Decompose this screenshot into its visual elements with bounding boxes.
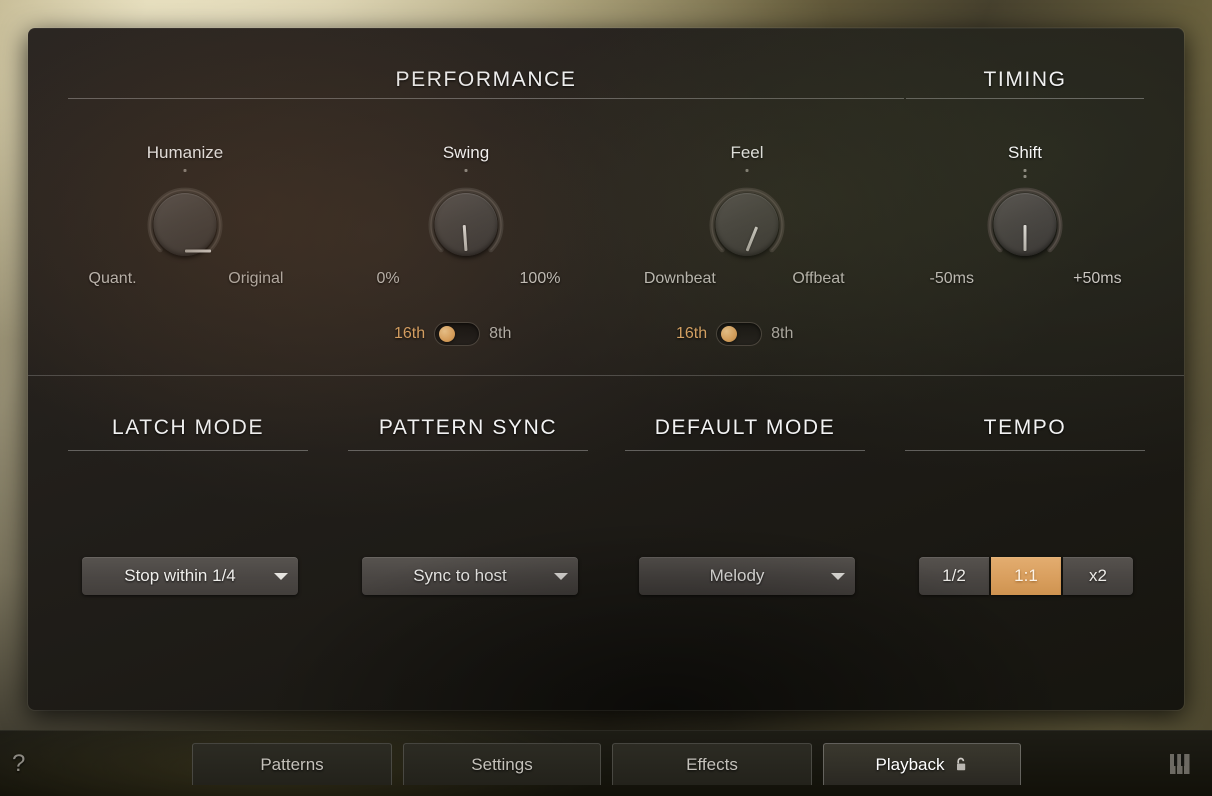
dropdown-default-mode[interactable]: Melody xyxy=(639,557,855,595)
tab-settings-label: Settings xyxy=(471,755,532,775)
main-panel: PERFORMANCE TIMING Humanize Quant. Origi… xyxy=(28,28,1184,710)
knob-humanize-min-label: Quant. xyxy=(89,270,137,288)
knob-shift-body[interactable] xyxy=(994,193,1057,256)
toggle-feel-right-label[interactable]: 8th xyxy=(771,325,793,343)
chevron-down-icon[interactable] xyxy=(821,573,855,580)
help-icon[interactable]: ? xyxy=(12,750,25,778)
knob-swing-body[interactable] xyxy=(435,193,498,256)
knob-humanize-ticks xyxy=(184,169,187,172)
tab-playback[interactable]: Playback xyxy=(823,743,1021,785)
knob-humanize-pointer xyxy=(185,249,211,252)
tempo-button-double[interactable]: x2 xyxy=(1063,557,1133,595)
knob-feel-max-label: Offbeat xyxy=(792,270,844,288)
knob-feel-body[interactable] xyxy=(716,193,779,256)
latch-mode-title: LATCH MODE xyxy=(68,416,308,440)
knob-shift-pointer xyxy=(1024,225,1027,251)
performance-title: PERFORMANCE xyxy=(68,68,904,92)
knob-humanize-label: Humanize xyxy=(100,143,270,163)
toggle-feel-resolution[interactable]: 16th 8th xyxy=(676,321,793,347)
knob-shift-scale: -50ms +50ms xyxy=(940,270,1110,290)
knob-feel-ticks xyxy=(746,169,749,172)
default-mode-title-rule xyxy=(625,450,865,451)
tab-patterns[interactable]: Patterns xyxy=(192,743,392,785)
tab-patterns-label: Patterns xyxy=(260,755,323,775)
pattern-sync-title: PATTERN SYNC xyxy=(348,416,588,440)
knob-swing-pointer xyxy=(463,224,468,250)
default-mode-title: DEFAULT MODE xyxy=(625,416,865,440)
section-divider xyxy=(28,375,1184,376)
knob-shift[interactable]: Shift -50ms +50ms xyxy=(940,143,1110,290)
knob-shift-min-label: -50ms xyxy=(930,270,974,288)
tab-effects-label: Effects xyxy=(686,755,738,775)
bottom-tab-bar: ? Patterns Settings Effects Playback xyxy=(0,730,1212,796)
timing-title: TIMING xyxy=(906,68,1144,92)
knob-feel-pointer xyxy=(746,226,759,251)
knob-feel-label: Feel xyxy=(662,143,832,163)
piano-keys-icon[interactable] xyxy=(1168,751,1198,777)
tempo-button-half[interactable]: 1/2 xyxy=(919,557,989,595)
tempo-title: TEMPO xyxy=(905,416,1145,440)
latch-mode-title-rule xyxy=(68,450,308,451)
knob-humanize-scale: Quant. Original xyxy=(100,270,270,290)
tab-settings[interactable]: Settings xyxy=(403,743,601,785)
toggle-feel-track[interactable] xyxy=(716,322,762,346)
dropdown-latch-mode[interactable]: Stop within 1/4 xyxy=(82,557,298,595)
toggle-feel-left-label[interactable]: 16th xyxy=(676,325,707,343)
timing-title-rule xyxy=(906,98,1144,99)
dropdown-latch-mode-value: Stop within 1/4 xyxy=(82,566,264,586)
knob-humanize-max-label: Original xyxy=(228,270,283,288)
toggle-swing-knob[interactable] xyxy=(439,326,455,342)
toggle-swing-right-label[interactable]: 8th xyxy=(489,325,511,343)
knob-feel-dial[interactable] xyxy=(693,167,801,263)
knob-swing-ticks xyxy=(465,169,468,172)
tempo-title-rule xyxy=(905,450,1145,451)
tempo-button-normal[interactable]: 1:1 xyxy=(991,557,1061,595)
tempo-button-group[interactable]: 1/2 1:1 x2 xyxy=(919,557,1133,595)
dropdown-pattern-sync[interactable]: Sync to host xyxy=(362,557,578,595)
knob-swing-dial[interactable] xyxy=(412,167,520,263)
dropdown-default-mode-value: Melody xyxy=(639,566,821,586)
toggle-feel-knob[interactable] xyxy=(721,326,737,342)
pattern-sync-title-rule xyxy=(348,450,588,451)
toggle-swing-resolution[interactable]: 16th 8th xyxy=(394,321,511,347)
knob-humanize[interactable]: Humanize Quant. Original xyxy=(100,143,270,290)
tab-effects[interactable]: Effects xyxy=(612,743,812,785)
knob-humanize-dial[interactable] xyxy=(131,167,239,263)
knob-shift-dial[interactable] xyxy=(971,167,1079,263)
chevron-down-icon[interactable] xyxy=(544,573,578,580)
knob-shift-max-label: +50ms xyxy=(1073,270,1121,288)
knob-swing-label: Swing xyxy=(381,143,551,163)
knob-feel[interactable]: Feel Downbeat Offbeat xyxy=(662,143,832,290)
tab-playback-label: Playback xyxy=(876,755,945,775)
dropdown-pattern-sync-value: Sync to host xyxy=(362,566,544,586)
knob-feel-scale: Downbeat Offbeat xyxy=(662,270,832,290)
knob-shift-ticks xyxy=(1024,169,1027,178)
knob-swing-min-label: 0% xyxy=(377,270,400,288)
knob-swing[interactable]: Swing 0% 100% xyxy=(381,143,551,290)
toggle-swing-left-label[interactable]: 16th xyxy=(394,325,425,343)
knob-shift-label: Shift xyxy=(940,143,1110,163)
knob-swing-scale: 0% 100% xyxy=(381,270,551,290)
performance-title-rule xyxy=(68,98,904,99)
knob-swing-max-label: 100% xyxy=(520,270,561,288)
chevron-down-icon[interactable] xyxy=(264,573,298,580)
open-padlock-icon[interactable] xyxy=(954,757,968,772)
knob-humanize-body[interactable] xyxy=(154,193,217,256)
knob-feel-min-label: Downbeat xyxy=(644,270,716,288)
toggle-swing-track[interactable] xyxy=(434,322,480,346)
